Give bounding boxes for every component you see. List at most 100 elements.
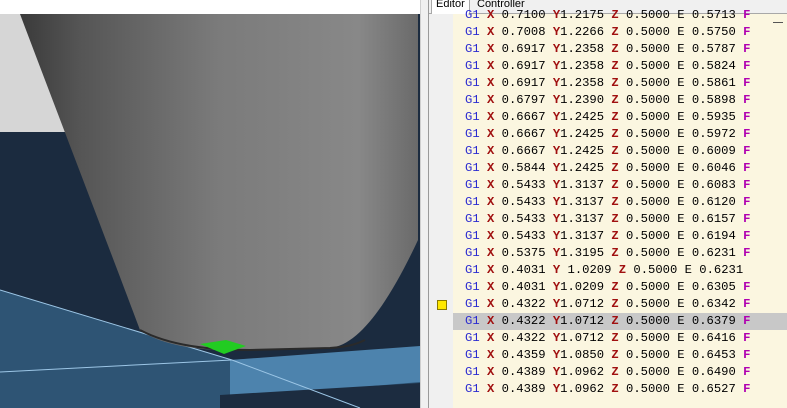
z-value: 0.5000 bbox=[626, 314, 670, 328]
z-value: 0.5000 bbox=[626, 76, 670, 90]
gcode-line[interactable]: G1 X 0.4389 Y1.0962 Z 0.5000 E 0.6490 F bbox=[453, 364, 787, 381]
feed-letter: F bbox=[743, 59, 751, 73]
viewport-top-edge bbox=[0, 0, 420, 14]
axis-letter-e: E bbox=[677, 76, 685, 90]
axis-letter-x: X bbox=[486, 59, 495, 73]
gcode-line[interactable]: G1 X 0.5433 Y1.3137 Z 0.5000 E 0.6120 F bbox=[453, 194, 787, 211]
gcode-command: G1 bbox=[465, 161, 480, 175]
feed-letter: F bbox=[743, 212, 751, 226]
z-value: 0.5000 bbox=[626, 280, 670, 294]
feed-letter: F bbox=[743, 195, 751, 209]
axis-letter-x: X bbox=[486, 178, 495, 192]
axis-letter-z: Z bbox=[611, 348, 619, 362]
gcode-line[interactable]: G1 X 0.6917 Y1.2358 Z 0.5000 E 0.5861 F bbox=[453, 75, 787, 92]
x-value: 0.4322 bbox=[501, 314, 546, 328]
gcode-line[interactable]: G1 X 0.4389 Y1.0962 Z 0.5000 E 0.6527 F bbox=[453, 381, 787, 398]
axis-letter-x: X bbox=[486, 8, 495, 22]
z-value: 0.5000 bbox=[633, 263, 678, 277]
gcode-command: G1 bbox=[465, 246, 480, 260]
z-value: 0.5000 bbox=[626, 246, 670, 260]
e-value: 0.6527 bbox=[691, 382, 736, 396]
gcode-line[interactable]: G1 X 0.4359 Y1.0850 Z 0.5000 E 0.6453 F bbox=[453, 347, 787, 364]
gcode-command: G1 bbox=[465, 144, 480, 158]
x-value: 0.4031 bbox=[501, 280, 546, 294]
axis-letter-x: X bbox=[486, 382, 495, 396]
y-value: 1.0209 bbox=[567, 263, 612, 277]
axis-letter-x: X bbox=[486, 42, 495, 56]
gcode-command: G1 bbox=[465, 263, 480, 277]
gcode-line[interactable]: G1 X 0.6797 Y1.2390 Z 0.5000 E 0.5898 F bbox=[453, 92, 787, 109]
x-value: 0.5433 bbox=[501, 229, 546, 243]
feed-letter: F bbox=[743, 144, 751, 158]
z-value: 0.5000 bbox=[626, 144, 670, 158]
y-value: 1.2425 bbox=[560, 110, 605, 124]
e-value: 0.5935 bbox=[691, 110, 736, 124]
feed-letter: F bbox=[743, 297, 751, 311]
axis-letter-z: Z bbox=[611, 76, 619, 90]
gcode-line[interactable]: G1 X 0.7100 Y1.2175 Z 0.5000 E 0.5713 F bbox=[453, 7, 787, 24]
e-value: 0.6009 bbox=[691, 144, 736, 158]
editor-pane: Editor Controller G1 X 0.7100 Y1.2175 Z … bbox=[429, 0, 787, 408]
y-value: 1.0962 bbox=[560, 365, 605, 379]
axis-letter-x: X bbox=[486, 161, 495, 175]
pane-splitter[interactable] bbox=[420, 0, 429, 408]
gcode-line[interactable]: G1 X 0.4322 Y1.0712 Z 0.5000 E 0.6379 F bbox=[453, 313, 787, 330]
editor-gutter[interactable] bbox=[429, 14, 454, 408]
gcode-line[interactable]: G1 X 0.5433 Y1.3137 Z 0.5000 E 0.6157 F bbox=[453, 211, 787, 228]
z-value: 0.5000 bbox=[626, 348, 670, 362]
gcode-command: G1 bbox=[465, 212, 480, 226]
gcode-command: G1 bbox=[465, 365, 480, 379]
gcode-line[interactable]: G1 X 0.7008 Y1.2266 Z 0.5000 E 0.5750 F bbox=[453, 24, 787, 41]
e-value: 0.6453 bbox=[691, 348, 736, 362]
axis-letter-e: E bbox=[684, 263, 692, 277]
gcode-command: G1 bbox=[465, 348, 480, 362]
gcode-line[interactable]: G1 X 0.6667 Y1.2425 Z 0.5000 E 0.5972 F bbox=[453, 126, 787, 143]
z-value: 0.5000 bbox=[626, 365, 670, 379]
gcode-command: G1 bbox=[465, 93, 480, 107]
e-value: 0.6490 bbox=[691, 365, 736, 379]
gcode-command: G1 bbox=[465, 331, 480, 345]
gcode-command: G1 bbox=[465, 42, 480, 56]
axis-letter-x: X bbox=[486, 25, 495, 39]
axis-letter-z: Z bbox=[611, 93, 619, 107]
e-value: 0.6231 bbox=[699, 263, 744, 277]
x-value: 0.6667 bbox=[501, 127, 546, 141]
bookmark-marker[interactable] bbox=[437, 300, 447, 310]
axis-letter-z: Z bbox=[611, 280, 619, 294]
y-value: 1.0712 bbox=[560, 331, 605, 345]
gcode-line[interactable]: G1 X 0.6667 Y1.2425 Z 0.5000 E 0.5935 F bbox=[453, 109, 787, 126]
axis-letter-x: X bbox=[486, 246, 495, 260]
axis-letter-z: Z bbox=[611, 8, 619, 22]
gcode-line[interactable]: G1 X 0.4031 Y 1.0209 Z 0.5000 E 0.6231 bbox=[453, 262, 787, 279]
axis-letter-x: X bbox=[486, 280, 495, 294]
axis-letter-e: E bbox=[677, 331, 685, 345]
axis-letter-e: E bbox=[677, 297, 685, 311]
gcode-line[interactable]: G1 X 0.5433 Y1.3137 Z 0.5000 E 0.6194 F bbox=[453, 228, 787, 245]
scroll-marker bbox=[773, 22, 783, 23]
gcode-editor[interactable]: G1 X 0.7100 Y1.2175 Z 0.5000 E 0.5713 FG… bbox=[453, 8, 787, 408]
y-value: 1.2358 bbox=[560, 42, 605, 56]
gcode-line[interactable]: G1 X 0.6917 Y1.2358 Z 0.5000 E 0.5824 F bbox=[453, 58, 787, 75]
gcode-line[interactable]: G1 X 0.5375 Y1.3195 Z 0.5000 E 0.6231 F bbox=[453, 245, 787, 262]
axis-letter-z: Z bbox=[611, 382, 619, 396]
x-value: 0.4031 bbox=[501, 263, 546, 277]
gcode-line[interactable]: G1 X 0.5844 Y1.2425 Z 0.5000 E 0.6046 F bbox=[453, 160, 787, 177]
e-value: 0.6305 bbox=[691, 280, 736, 294]
z-value: 0.5000 bbox=[626, 42, 670, 56]
z-value: 0.5000 bbox=[626, 25, 670, 39]
feed-letter: F bbox=[743, 382, 751, 396]
gcode-line[interactable]: G1 X 0.5433 Y1.3137 Z 0.5000 E 0.6083 F bbox=[453, 177, 787, 194]
gcode-line[interactable]: G1 X 0.4322 Y1.0712 Z 0.5000 E 0.6342 F bbox=[453, 296, 787, 313]
gcode-line[interactable]: G1 X 0.4322 Y1.0712 Z 0.5000 E 0.6416 F bbox=[453, 330, 787, 347]
gcode-line[interactable]: G1 X 0.4031 Y1.0209 Z 0.5000 E 0.6305 F bbox=[453, 279, 787, 296]
3d-viewport[interactable] bbox=[0, 0, 420, 408]
x-value: 0.4322 bbox=[501, 331, 546, 345]
feed-letter: F bbox=[743, 229, 751, 243]
e-value: 0.6342 bbox=[691, 297, 736, 311]
x-value: 0.6667 bbox=[501, 110, 546, 124]
gcode-line[interactable]: G1 X 0.6667 Y1.2425 Z 0.5000 E 0.6009 F bbox=[453, 143, 787, 160]
gcode-line[interactable]: G1 X 0.6917 Y1.2358 Z 0.5000 E 0.5787 F bbox=[453, 41, 787, 58]
3d-scene[interactable] bbox=[0, 0, 420, 408]
axis-letter-z: Z bbox=[611, 127, 619, 141]
y-value: 1.2425 bbox=[560, 144, 605, 158]
